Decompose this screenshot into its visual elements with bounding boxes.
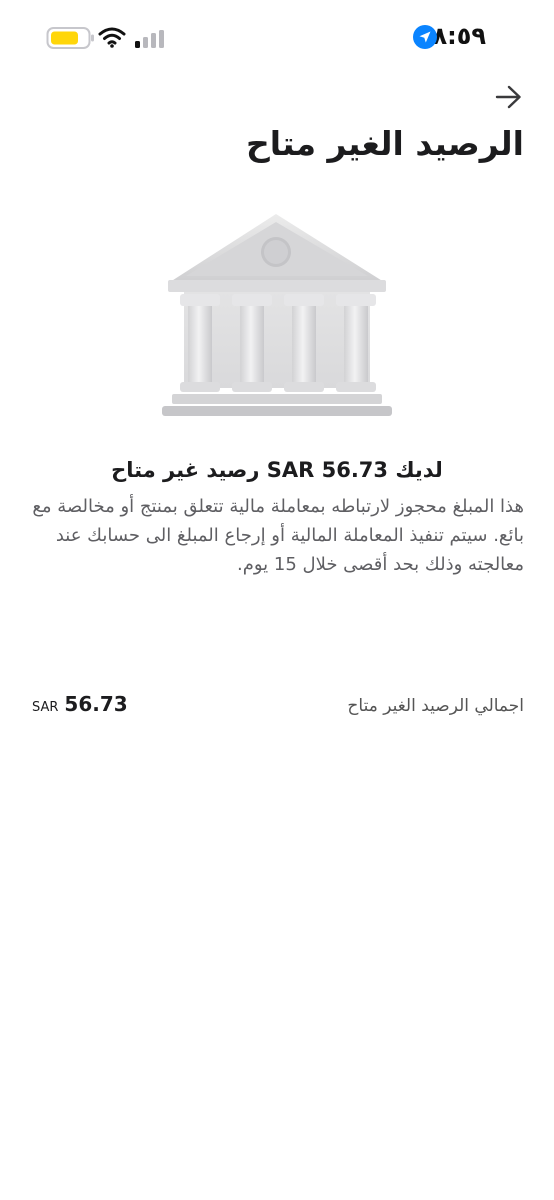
total-unavailable-row: اجمالي الرصيد الغير متاح SAR 56.73 (30, 692, 524, 724)
signal-icon (135, 30, 164, 48)
status-time: ٨:٥٩ (432, 22, 486, 50)
battery-icon (46, 27, 94, 49)
total-unavailable-amount: SAR 56.73 (32, 692, 128, 716)
status-bar: ٨:٥٩ (0, 0, 554, 76)
unavailable-balance-headline: لديك SAR 56.73 رصيد غير متاح (111, 458, 443, 482)
arrow-right-icon[interactable] (494, 84, 524, 110)
total-unavailable-label: اجمالي الرصيد الغير متاح (347, 696, 524, 716)
currency-code: SAR (32, 700, 59, 715)
wifi-icon (98, 27, 126, 48)
page-title: الرصيد الغير متاح (245, 124, 524, 163)
bank-building-icon (162, 214, 392, 416)
amount-value: 56.73 (64, 692, 128, 716)
unavailable-balance-description: هذا المبلغ محجوز لارتباطه بمعاملة مالية … (32, 496, 524, 575)
location-arrow-icon (413, 25, 437, 49)
